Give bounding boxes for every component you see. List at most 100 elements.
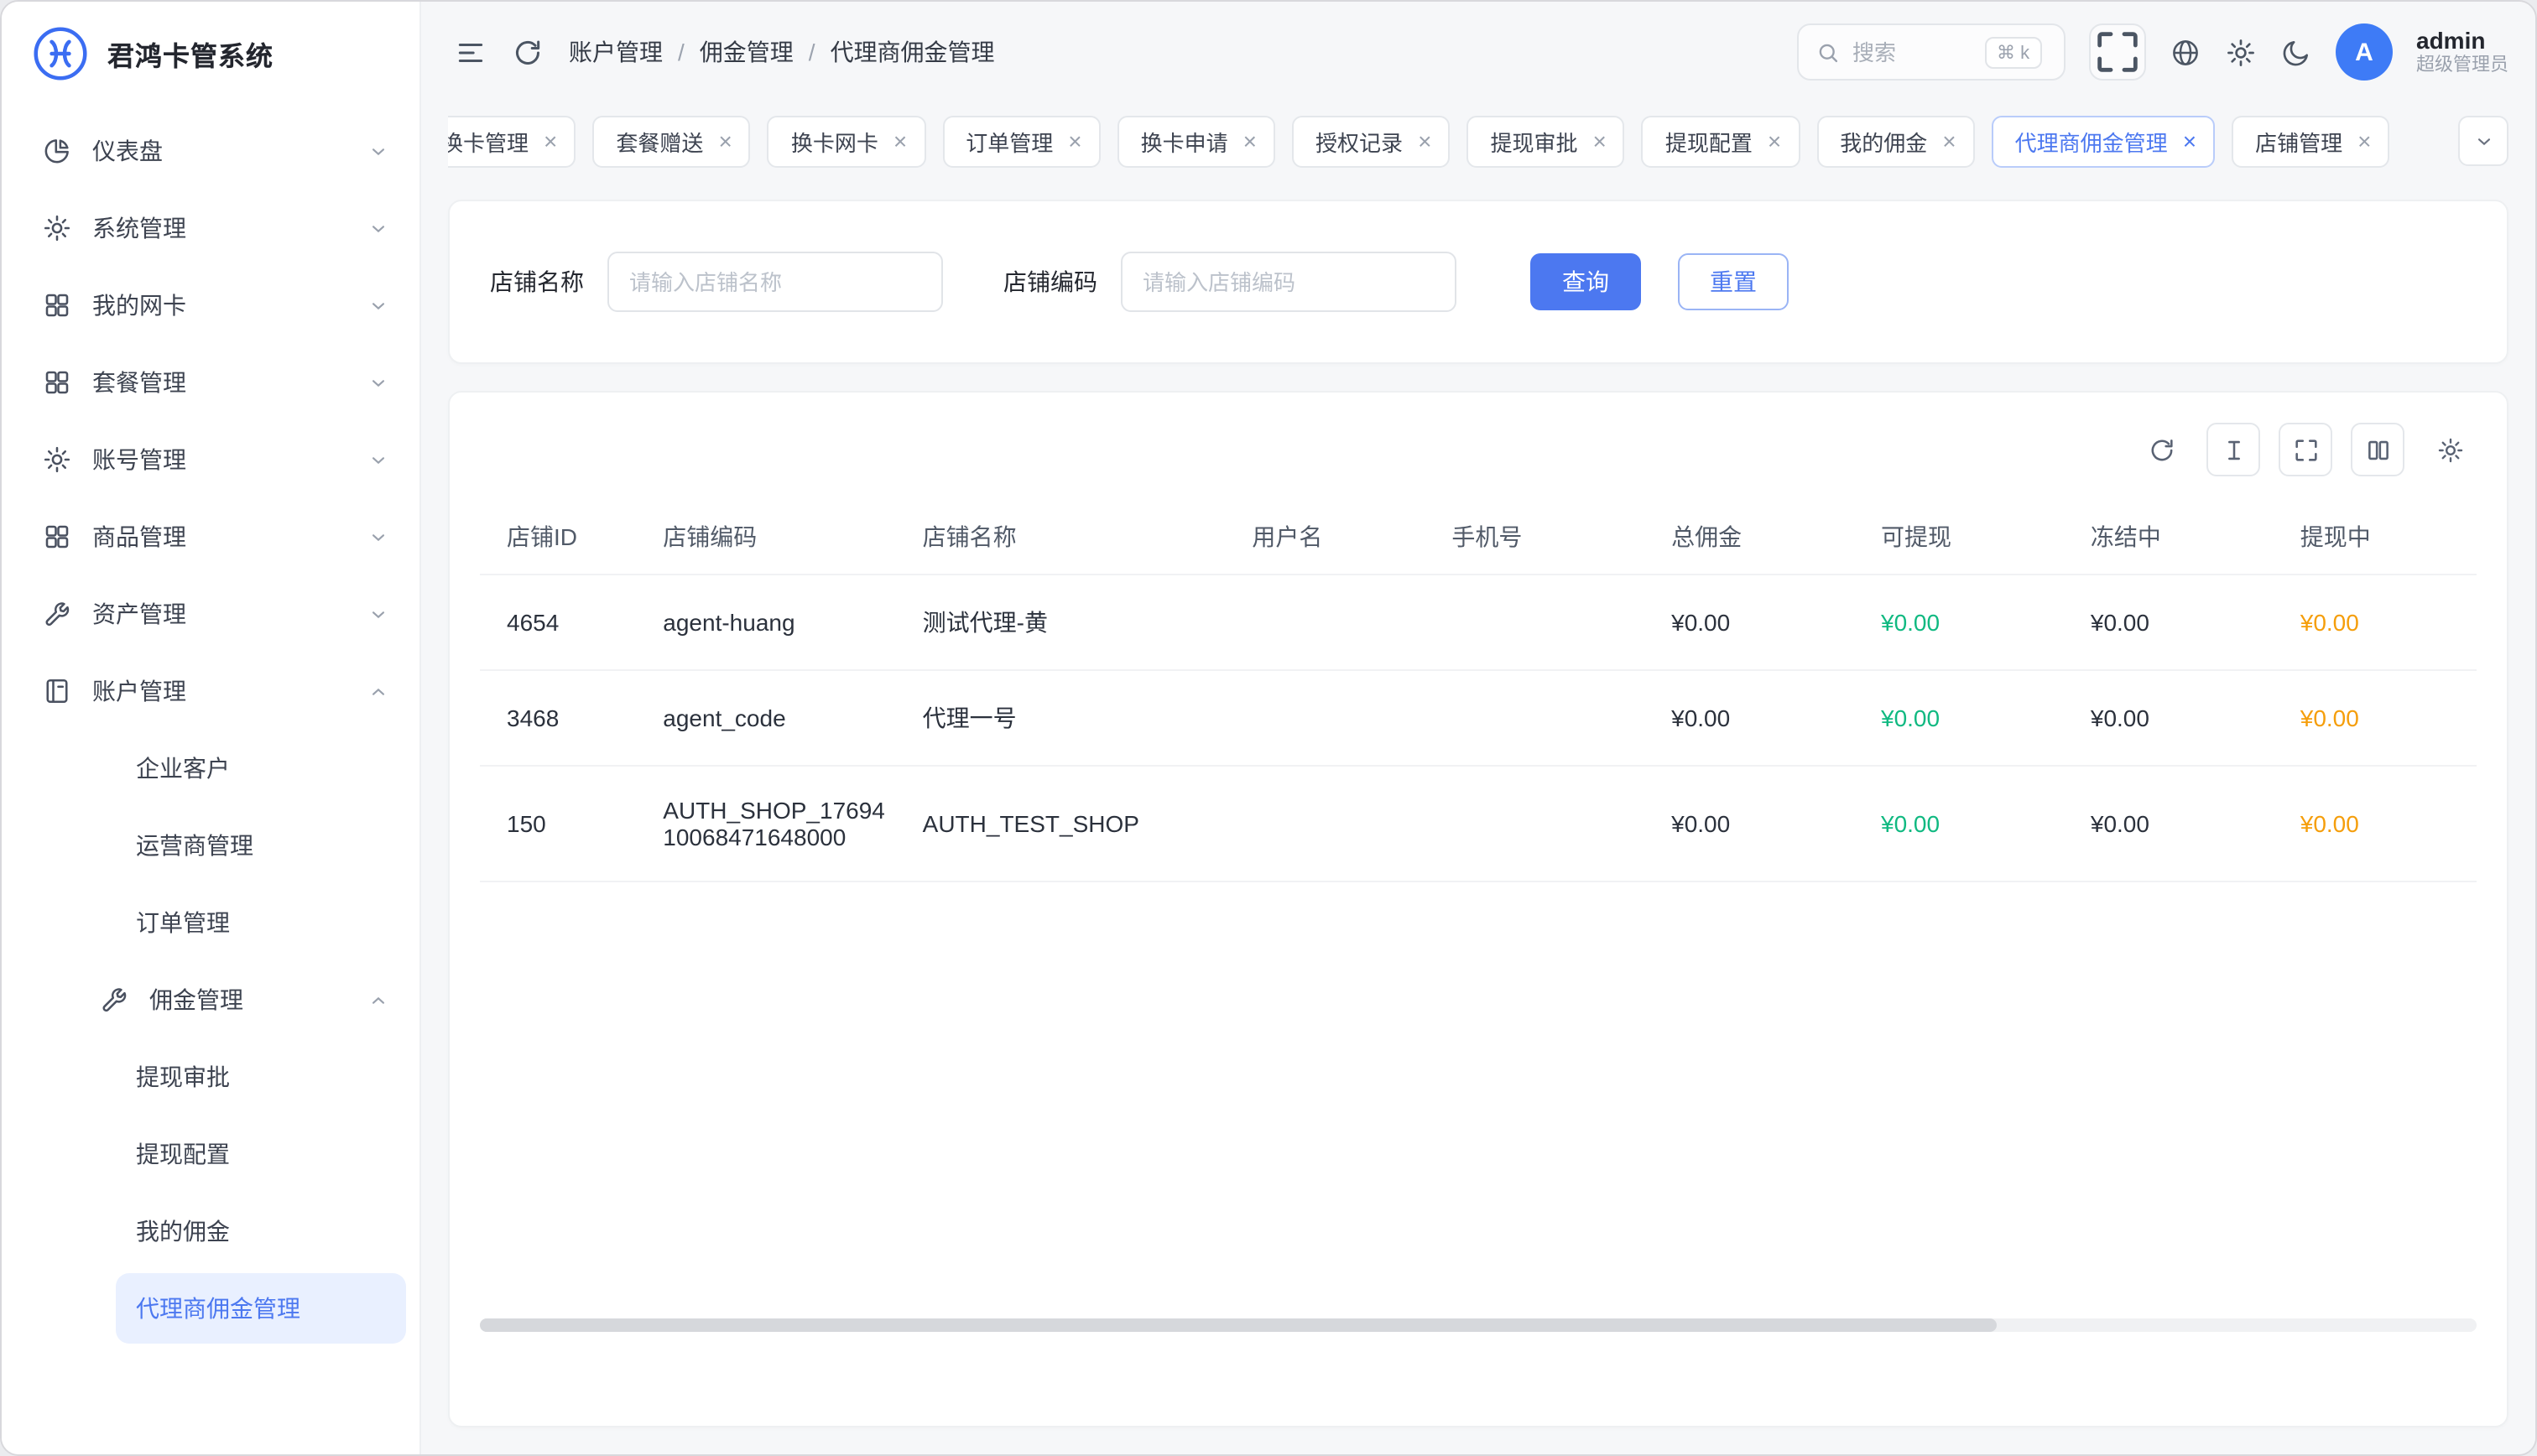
cell-shop-id: 3468 [480,670,649,766]
reset-button[interactable]: 重置 [1678,253,1789,310]
cell-withdrawing: ¥0.00 [2287,766,2477,881]
tab-order-management[interactable]: 订单管理× [942,115,1100,167]
column-header: 用户名 [1238,500,1438,575]
close-icon[interactable]: × [2357,129,2371,153]
chevron-down-icon [367,372,389,393]
sidebar-item-plan-management[interactable]: 套餐管理 [15,347,406,418]
close-icon[interactable]: × [1768,129,1781,153]
tab-auth-records[interactable]: 授权记录× [1292,115,1450,167]
cell-withdrawable: ¥0.00 [1868,575,2077,670]
sidebar-item-agent-commission[interactable]: 代理商佣金管理 [116,1273,406,1344]
cell-total-commission: ¥0.00 [1658,670,1868,766]
cell-withdrawable: ¥0.00 [1868,766,2077,881]
sidebar-item-system[interactable]: 系统管理 [15,193,406,263]
cell-phone [1438,670,1658,766]
cell-phone [1438,766,1658,881]
horizontal-scrollbar-track[interactable] [480,1318,2477,1332]
sidebar-item-goods[interactable]: 商品管理 [15,502,406,572]
close-icon[interactable]: × [893,129,907,153]
gear-icon [42,445,72,475]
sidebar-item-label: 提现配置 [136,1137,230,1171]
row-height-icon[interactable] [2206,423,2260,476]
search-button[interactable]: 查询 [1530,253,1641,310]
breadcrumb-item[interactable]: 代理商佣金管理 [831,35,995,69]
sidebar-item-my-sim-cards[interactable]: 我的网卡 [15,270,406,341]
settings-gear-icon[interactable] [2225,36,2257,68]
cell-username [1238,766,1438,881]
cell-shop-name: 测试代理-黄 [909,575,1239,670]
sidebar: 君鸿卡管系统 仪表盘 系统管理 我的网卡 套餐管理 [2,2,421,1454]
columns-icon[interactable] [2351,423,2404,476]
close-icon[interactable]: × [544,129,557,153]
page-content: 店铺名称 店铺编码 查询 重置 [421,179,2535,1454]
cell-phone [1438,575,1658,670]
user-name: admin [2416,27,2508,55]
tab-withdraw-approval[interactable]: 提现审批× [1466,115,1624,167]
close-icon[interactable]: × [1942,129,1956,153]
chevron-down-icon [2472,130,2494,152]
cell-frozen: ¥0.00 [2077,670,2287,766]
sidebar-item-label: 运营商管理 [136,829,253,862]
sidebar-item-assets[interactable]: 资产管理 [15,579,406,649]
cell-shop-code: AUTH_SHOP_1769410068471648000 [649,766,909,881]
tab-swap-request[interactable]: 换卡申请× [1117,115,1275,167]
search-shortcut-badge: ⌘ k [1985,36,2041,68]
tab-my-commission[interactable]: 我的佣金× [1816,115,1974,167]
close-icon[interactable]: × [1592,129,1606,153]
search-icon [1815,39,1841,65]
tab-shop-management[interactable]: 店铺管理× [2232,115,2389,167]
grid-icon [42,367,72,398]
sidebar-item-label: 我的佣金 [136,1214,230,1248]
open-tabs-bar: 换卡管理× 套餐赠送× 换卡网卡× 订单管理× 换卡申请× 授权记录× 提现审批… [421,102,2535,179]
close-icon[interactable]: × [2183,129,2196,153]
menu-fold-icon[interactable] [455,36,487,68]
cell-total-commission: ¥0.00 [1658,575,1868,670]
language-globe-icon[interactable] [2170,36,2201,68]
close-icon[interactable]: × [1068,129,1081,153]
table-panel: 店铺ID 店铺编码 店铺名称 用户名 手机号 总佣金 可提现 冻结中 提现中 [448,391,2508,1427]
dark-mode-moon-icon[interactable] [2280,36,2312,68]
sidebar-item-carrier-management[interactable]: 运营商管理 [116,810,406,881]
grid-icon [42,290,72,320]
chevron-down-icon [367,294,389,316]
table-refresh-icon[interactable] [2134,423,2188,476]
horizontal-scrollbar-thumb[interactable] [480,1318,1998,1332]
shop-code-input[interactable] [1121,252,1456,312]
chevron-up-icon [367,989,389,1011]
tab-overflow-button[interactable] [2458,116,2508,166]
sidebar-item-withdraw-approval[interactable]: 提现审批 [116,1042,406,1112]
sidebar-item-order-management[interactable]: 订单管理 [116,887,406,958]
filter-panel: 店铺名称 店铺编码 查询 重置 [448,200,2508,364]
table-toolbar [480,409,2477,500]
close-icon[interactable]: × [1418,129,1431,153]
shop-name-input[interactable] [607,252,943,312]
sidebar-item-dashboard[interactable]: 仪表盘 [15,116,406,186]
breadcrumb-item[interactable]: 账户管理 [569,35,663,69]
user-avatar[interactable]: A [2336,23,2393,81]
tab-plan-gift[interactable]: 套餐赠送× [592,115,750,167]
global-search[interactable]: ⌘ k [1797,23,2066,81]
sidebar-item-account-number[interactable]: 账号管理 [15,424,406,495]
close-icon[interactable]: × [1243,129,1257,153]
sidebar-item-label: 账户管理 [92,674,186,708]
search-input[interactable] [1852,39,1973,65]
sidebar-item-withdraw-config[interactable]: 提现配置 [116,1119,406,1189]
close-icon[interactable]: × [718,129,732,153]
table-settings-gear-icon[interactable] [2423,423,2477,476]
sidebar-item-accounts[interactable]: 账户管理 [15,656,406,726]
sidebar-item-enterprise-customers[interactable]: 企业客户 [116,733,406,803]
tab-card-swap-management[interactable]: 换卡管理× [448,115,576,167]
sidebar-item-commission[interactable]: 佣金管理 [15,965,406,1035]
tab-withdraw-config[interactable]: 提现配置× [1642,115,1800,167]
user-menu[interactable]: admin 超级管理员 [2416,27,2508,77]
breadcrumb-item[interactable]: 佣金管理 [700,35,794,69]
cell-withdrawable: ¥0.00 [1868,670,2077,766]
tab-swap-sim[interactable]: 换卡网卡× [768,115,925,167]
sidebar-item-my-commission[interactable]: 我的佣金 [116,1196,406,1266]
refresh-icon[interactable] [512,36,544,68]
tab-agent-commission[interactable]: 代理商佣金管理× [1992,115,2215,167]
fullscreen-icon[interactable] [2089,23,2146,81]
column-header: 店铺ID [480,500,649,575]
table-fullscreen-icon[interactable] [2279,423,2332,476]
cell-frozen: ¥0.00 [2077,766,2287,881]
